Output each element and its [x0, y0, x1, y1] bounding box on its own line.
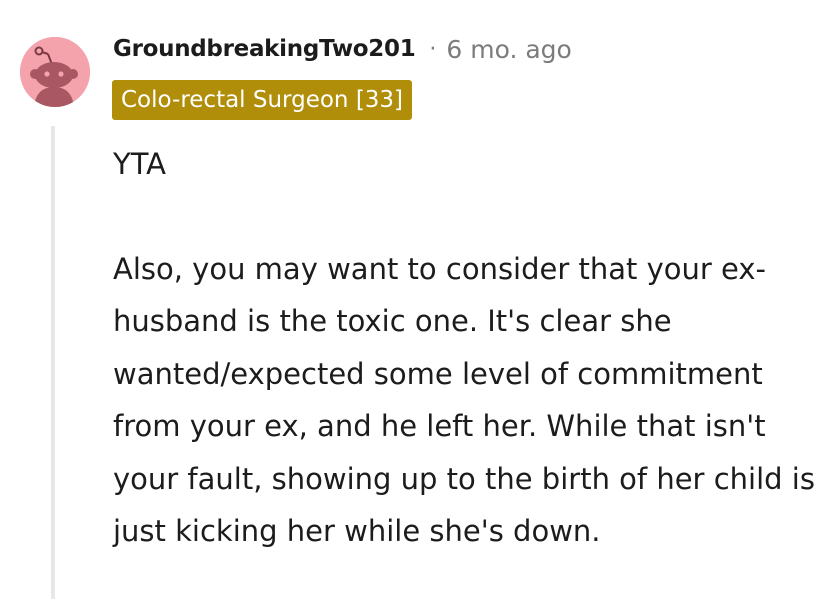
- comment: GroundbreakingTwo201 · 6 mo. ago Colo-re…: [0, 0, 827, 599]
- snoo-avatar-icon: [20, 37, 90, 107]
- thread-collapse-line[interactable]: [51, 126, 55, 599]
- comment-paragraph: Also, you may want to consider that your…: [113, 251, 815, 549]
- username-link[interactable]: GroundbreakingTwo201: [113, 36, 416, 62]
- comment-verdict: YTA: [113, 147, 167, 181]
- user-avatar[interactable]: [20, 37, 90, 107]
- user-flair: Colo-rectal Surgeon [33]: [112, 80, 413, 120]
- comment-body: YTA Also, you may want to consider that …: [113, 138, 823, 558]
- timestamp[interactable]: 6 mo. ago: [446, 35, 571, 64]
- meta-separator: ·: [429, 36, 437, 62]
- comment-header: GroundbreakingTwo201 · 6 mo. ago: [113, 30, 572, 68]
